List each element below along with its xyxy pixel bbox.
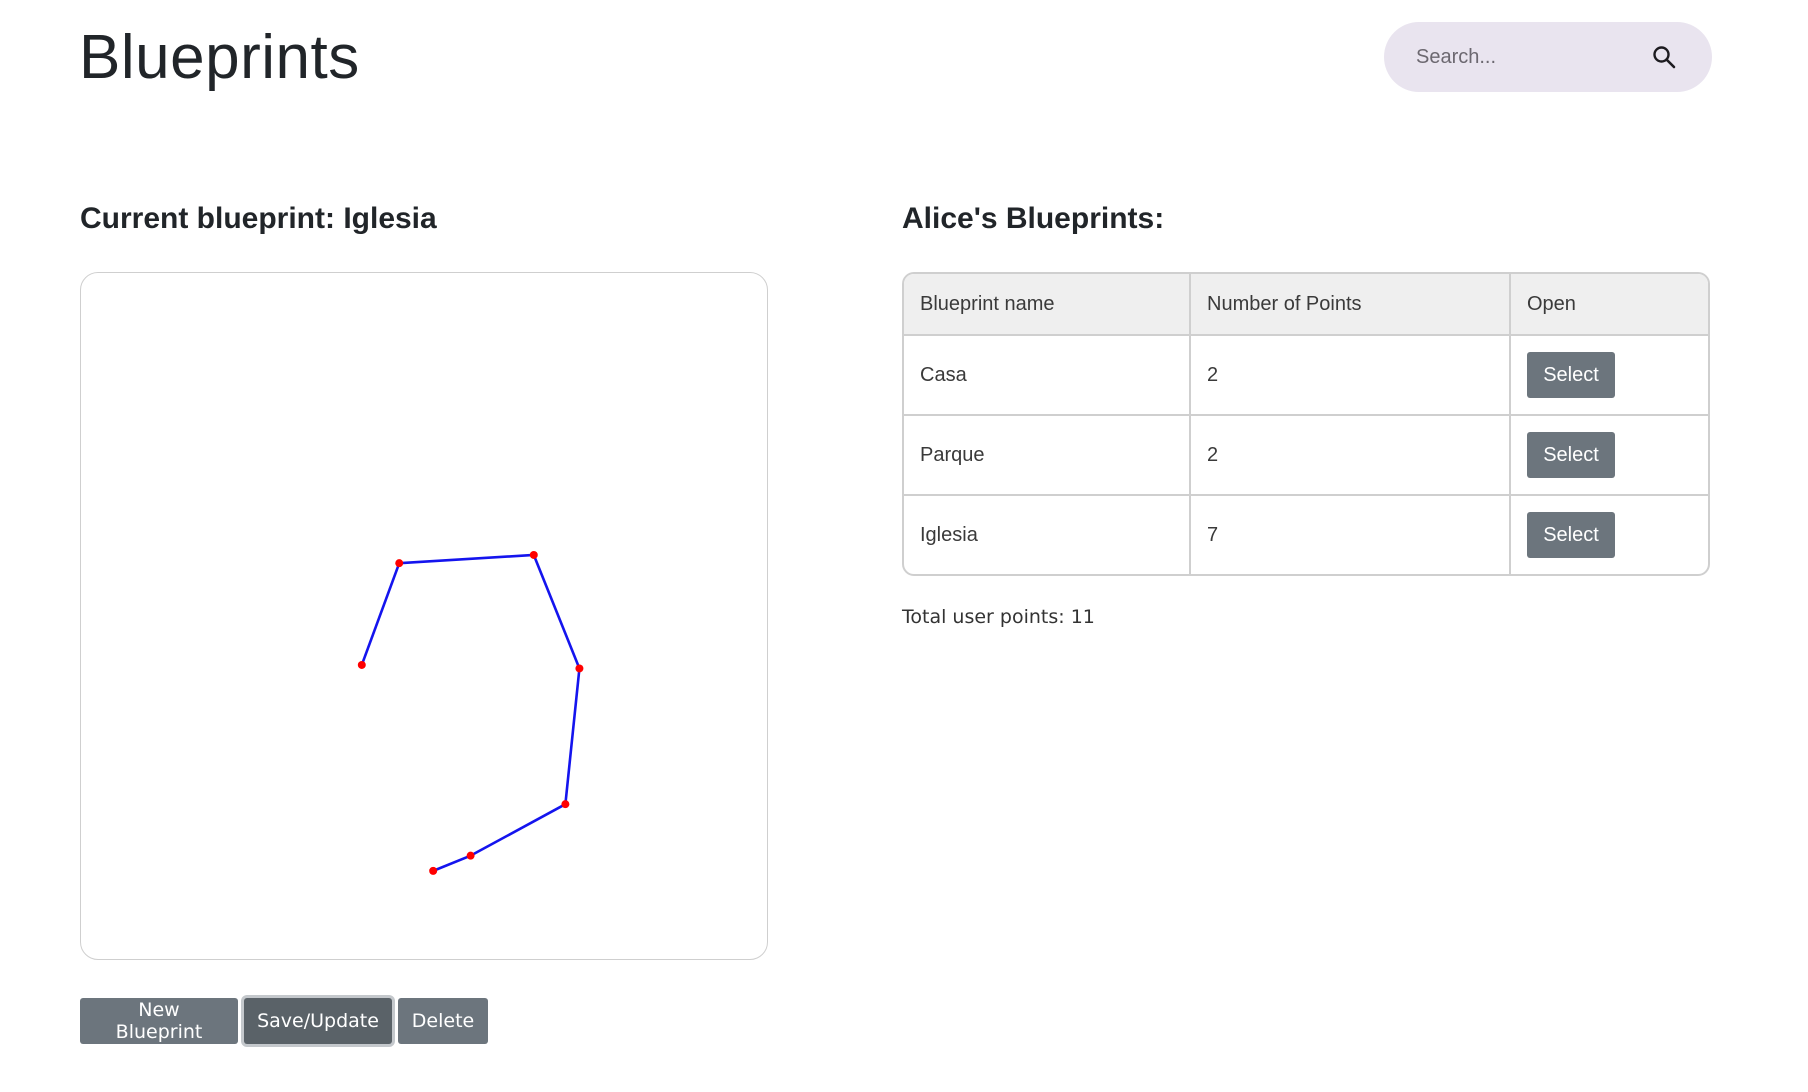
- blueprint-point: [429, 866, 438, 875]
- open-cell: Select: [1511, 496, 1708, 574]
- blueprint-point: [561, 800, 570, 809]
- blueprint-drawing: [357, 550, 584, 875]
- blueprint-points-cell: 2: [1191, 416, 1511, 496]
- table-row: Parque 2 Select: [904, 416, 1708, 496]
- total-user-points: Total user points: 11: [902, 606, 1095, 628]
- blueprint-segment: [564, 668, 581, 805]
- search-icon[interactable]: [1652, 45, 1676, 69]
- column-header-name: Blueprint name: [904, 274, 1191, 336]
- blueprint-points-cell: 2: [1191, 336, 1511, 416]
- current-blueprint-heading: Current blueprint: Iglesia: [80, 202, 437, 235]
- blueprint-points-cell: 7: [1191, 496, 1511, 574]
- blueprints-table: Blueprint name Number of Points Open Cas…: [902, 272, 1710, 576]
- search-box: [1384, 22, 1712, 92]
- blueprint-name-cell: Casa: [904, 336, 1191, 416]
- select-button[interactable]: Select: [1527, 432, 1615, 478]
- blueprint-segment: [360, 562, 401, 666]
- search-input[interactable]: [1414, 44, 1638, 70]
- new-blueprint-button[interactable]: New Blueprint: [80, 998, 238, 1044]
- select-button[interactable]: Select: [1527, 512, 1615, 558]
- save-update-button[interactable]: Save/Update: [244, 998, 392, 1044]
- blueprint-name-cell: Iglesia: [904, 496, 1191, 574]
- column-header-open: Open: [1511, 274, 1708, 336]
- blueprints-list-heading: Alice's Blueprints:: [902, 202, 1165, 235]
- table-header-row: Blueprint name Number of Points Open: [904, 274, 1708, 336]
- blueprint-segment: [469, 803, 567, 857]
- open-cell: Select: [1511, 416, 1708, 496]
- blueprint-canvas[interactable]: [80, 272, 768, 960]
- blueprint-segment: [532, 554, 581, 669]
- delete-button[interactable]: Delete: [398, 998, 488, 1044]
- blueprint-point: [529, 550, 538, 559]
- blueprint-point: [575, 664, 584, 673]
- blueprint-name-cell: Parque: [904, 416, 1191, 496]
- action-buttons: New Blueprint Save/Update Delete: [80, 998, 488, 1044]
- blueprint-point: [357, 660, 366, 669]
- open-cell: Select: [1511, 336, 1708, 416]
- blueprint-point: [466, 851, 475, 860]
- table-row: Iglesia 7 Select: [904, 496, 1708, 574]
- column-header-points: Number of Points: [1191, 274, 1511, 336]
- blueprint-segment: [399, 553, 534, 565]
- page-title: Blueprints: [79, 23, 360, 92]
- table-row: Casa 2 Select: [904, 336, 1708, 416]
- blueprint-point: [395, 559, 404, 568]
- select-button[interactable]: Select: [1527, 352, 1615, 398]
- blueprint-segment: [432, 854, 472, 873]
